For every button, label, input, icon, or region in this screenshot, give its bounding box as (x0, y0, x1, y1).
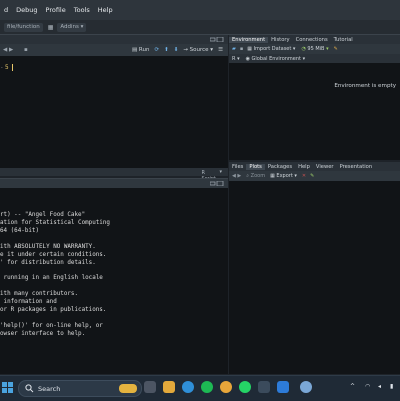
environment-toolbar: ▰ ▪ ▦ Import Dataset ▾ ◔ 95 MiB ▾ ✎ (229, 44, 400, 54)
remove-plot-icon[interactable]: ✕ (302, 173, 306, 179)
console-minmax-icon[interactable] (210, 181, 224, 186)
menu-item-tools[interactable]: Tools (70, 6, 94, 14)
console-line: e it under certain conditions. (0, 252, 107, 258)
volume-icon[interactable]: ◂ (378, 383, 381, 390)
back-arrow-icon[interactable]: ◀ ▶ (232, 173, 241, 179)
clear-plots-icon[interactable]: ✎ (310, 173, 314, 179)
main-toolbar: file/function ▦ Addins ▾ (0, 20, 400, 35)
grid-icon[interactable]: ▦ (48, 24, 54, 31)
task-view-icon[interactable] (144, 381, 156, 393)
tab-files[interactable]: Files (229, 164, 246, 170)
menu-item-profile[interactable]: Profile (42, 6, 70, 14)
menu-item-debug[interactable]: Debug (12, 6, 41, 14)
code-editor[interactable]: - 5 (0, 56, 228, 168)
open-icon[interactable]: ▰ (232, 46, 236, 52)
plots-toolbar: ◀ ▶ ⌕ Zoom ▦ Export ▾ ✕ ✎ (229, 171, 400, 181)
chrome-icon[interactable] (220, 381, 232, 393)
tab-help[interactable]: Help (295, 164, 313, 170)
console-line: ith ABSOLUTELY NO WARRANTY. (0, 244, 96, 250)
export-button[interactable]: ▦ Export ▾ (270, 173, 297, 179)
environment-scope-bar: R ▾ ◉ Global Environment ▾ (229, 54, 400, 63)
windows-start-icon[interactable] (2, 382, 14, 394)
environment-tabs: Environment History Connections Tutorial (229, 35, 400, 44)
file-explorer-icon[interactable] (163, 381, 175, 393)
source-status-bar: R Script ▾ (0, 168, 228, 182)
menu-item-partial[interactable]: d (0, 6, 12, 14)
addins-button[interactable]: Addins ▾ (57, 22, 87, 32)
tab-tutorial[interactable]: Tutorial (331, 37, 356, 43)
r-language-dropdown[interactable]: R ▾ (232, 56, 240, 62)
console-line: running in an English locale (0, 275, 103, 281)
pane-minmax-icon[interactable] (210, 37, 224, 42)
console-line: 'help()' for on-line help, or (0, 323, 103, 329)
export-label: Export (276, 173, 293, 179)
source-toolbar: ◀ ▶ ▪ ▤ Run ⟳ ⬆ ⬇ → Source ▾ ☰ (0, 44, 228, 56)
console-output[interactable]: rt) -- "Angel Food Cake" ation for Stati… (0, 188, 228, 374)
console-line: or R packages in publications. (0, 307, 107, 313)
global-environment-label: Global Environment (251, 55, 301, 62)
console-line: rt) -- "Angel Food Cake" (0, 212, 86, 218)
app-icon[interactable] (258, 381, 270, 393)
line-gutter: - (0, 64, 4, 71)
tab-environment[interactable]: Environment (229, 36, 269, 43)
whatsapp-icon[interactable] (239, 381, 251, 393)
plots-body (229, 181, 400, 374)
console-line: information and (0, 299, 57, 305)
tab-viewer[interactable]: Viewer (313, 164, 337, 170)
broom-icon[interactable]: ✎ (334, 46, 338, 52)
addins-label: Addins (60, 23, 79, 30)
tab-connections[interactable]: Connections (293, 37, 331, 43)
menu-item-help[interactable]: Help (94, 6, 117, 14)
editor-text: 5 (5, 64, 9, 71)
back-arrow-icon[interactable]: ◀ ▶ (3, 47, 13, 53)
rerun-icon[interactable]: ⟳ (154, 47, 159, 53)
memory-usage-button[interactable]: ◔ 95 MiB ▾ (301, 46, 328, 52)
source-button[interactable]: → Source ▾ (183, 47, 213, 53)
battery-icon[interactable]: ▮ (390, 383, 393, 390)
import-dataset-button[interactable]: ▦ Import Dataset ▾ (247, 46, 295, 52)
tab-packages[interactable]: Packages (265, 164, 295, 170)
rstudio-icon[interactable] (300, 381, 312, 393)
tab-presentation[interactable]: Presentation (337, 164, 376, 170)
file-type-label[interactable]: R Script ▾ (202, 169, 223, 182)
run-label: Run (138, 47, 150, 53)
zoom-label: Zoom (250, 173, 266, 179)
search-box[interactable]: Search (18, 380, 142, 397)
files-tabs: Files Plots Packages Help Viewer Present… (229, 162, 400, 171)
source-label: Source (189, 47, 209, 53)
console-line: ' for distribution details. (0, 260, 96, 266)
console-line: ith many contributors. (0, 291, 79, 297)
console-line: owser interface to help. (0, 331, 86, 337)
environment-empty-text: Environment is empty (334, 83, 396, 89)
edge-icon[interactable] (182, 381, 194, 393)
menu-bar: d Debug Profile Tools Help (0, 0, 400, 20)
zoom-button[interactable]: ⌕ Zoom (246, 173, 265, 179)
outlook-icon[interactable] (277, 381, 289, 393)
source-tabs (0, 35, 228, 44)
chevron-up-icon[interactable]: ^ (350, 383, 355, 390)
tab-plots[interactable]: Plots (246, 163, 265, 170)
tab-history[interactable]: History (268, 37, 292, 43)
search-placeholder: Search (38, 384, 61, 393)
console-line: ation for Statistical Computing (0, 220, 110, 226)
environment-body: Environment is empty (229, 63, 400, 160)
global-environment-dropdown[interactable]: ◉ Global Environment ▾ (246, 56, 306, 62)
spotify-icon[interactable] (201, 381, 213, 393)
run-button[interactable]: ▤ Run (132, 47, 150, 53)
memory-usage-label: 95 MiB (307, 46, 325, 52)
console-line: 64 (64-bit) (0, 228, 40, 234)
import-dataset-label: Import Dataset (253, 46, 292, 52)
outline-icon[interactable]: ☰ (218, 47, 223, 53)
goto-file-function-input[interactable]: file/function (4, 22, 43, 32)
text-cursor (12, 64, 13, 71)
up-arrow-icon[interactable]: ⬆ (164, 47, 169, 53)
search-icon (25, 384, 34, 393)
save-workspace-icon[interactable]: ▪ (240, 46, 243, 52)
wifi-icon[interactable]: ◠ (365, 383, 370, 390)
save-icon[interactable]: ▪ (24, 47, 28, 53)
search-highlight-icon (119, 384, 137, 393)
down-arrow-icon[interactable]: ⬇ (174, 47, 179, 53)
